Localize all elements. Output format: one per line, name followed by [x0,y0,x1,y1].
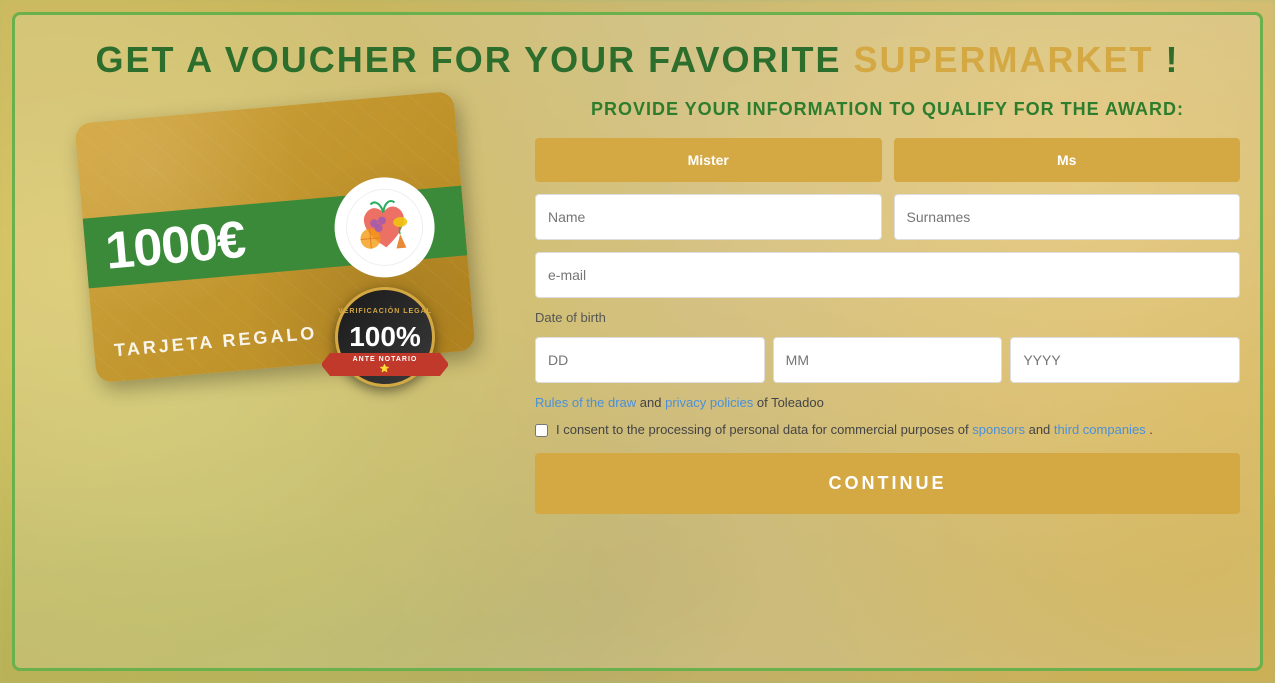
gender-row: Mister Ms [535,138,1240,182]
title-end: ! [1154,39,1180,80]
card-amount: 1000€ [103,210,247,282]
dob-day-input[interactable] [535,337,765,383]
seal-ribbon: ANTE NOTARIO ⭐ [330,353,440,376]
dob-label: Date of birth [535,310,1240,325]
dob-row [535,337,1240,383]
consent-text: I consent to the processing of personal … [556,422,1153,437]
mister-button[interactable]: Mister [535,138,882,182]
page-title: GET A VOUCHER FOR YOUR FAVORITE SUPERMAR… [35,39,1240,81]
rules-text: Rules of the draw and privacy policies o… [535,395,1240,410]
continue-button[interactable]: CONTINUE [535,453,1240,514]
title-part1: GET A VOUCHER FOR YOUR FAVORITE [95,39,853,80]
name-row [535,194,1240,240]
seal-percent: 100% [349,323,421,351]
header: GET A VOUCHER FOR YOUR FAVORITE SUPERMAR… [15,15,1260,97]
form-subtitle: PROVIDE YOUR INFORMATION TO QUALIFY FOR … [535,97,1240,122]
rules-link[interactable]: Rules of the draw [535,395,636,410]
third-companies-link[interactable]: third companies [1054,422,1146,437]
surnames-input[interactable] [894,194,1241,240]
right-side: PROVIDE YOUR INFORMATION TO QUALIFY FOR … [535,97,1240,514]
content-area: 1000€ [15,97,1260,668]
dob-month-input[interactable] [773,337,1003,383]
consent-checkbox[interactable] [535,424,548,437]
name-input[interactable] [535,194,882,240]
seal-outer: VERIFICACIÓN LEGAL 100% ANTE NOTARIO ⭐ [325,277,445,397]
dob-year-input[interactable] [1010,337,1240,383]
email-input[interactable] [535,252,1240,298]
privacy-link[interactable]: privacy policies [665,395,753,410]
page-wrapper: GET A VOUCHER FOR YOUR FAVORITE SUPERMAR… [0,0,1275,683]
consent-row: I consent to the processing of personal … [535,422,1240,437]
sponsors-link[interactable]: sponsors [972,422,1025,437]
seal-top-text: VERIFICACIÓN LEGAL [338,308,432,315]
main-container: GET A VOUCHER FOR YOUR FAVORITE SUPERMAR… [12,12,1263,671]
verification-seal: VERIFICACIÓN LEGAL 100% ANTE NOTARIO ⭐ [325,277,445,397]
seal-circle: VERIFICACIÓN LEGAL 100% ANTE NOTARIO ⭐ [335,287,435,387]
veggie-logo-svg [341,184,428,271]
title-highlight: SUPERMARKET [854,39,1154,80]
ms-button[interactable]: Ms [894,138,1241,182]
left-side: 1000€ [35,97,515,387]
